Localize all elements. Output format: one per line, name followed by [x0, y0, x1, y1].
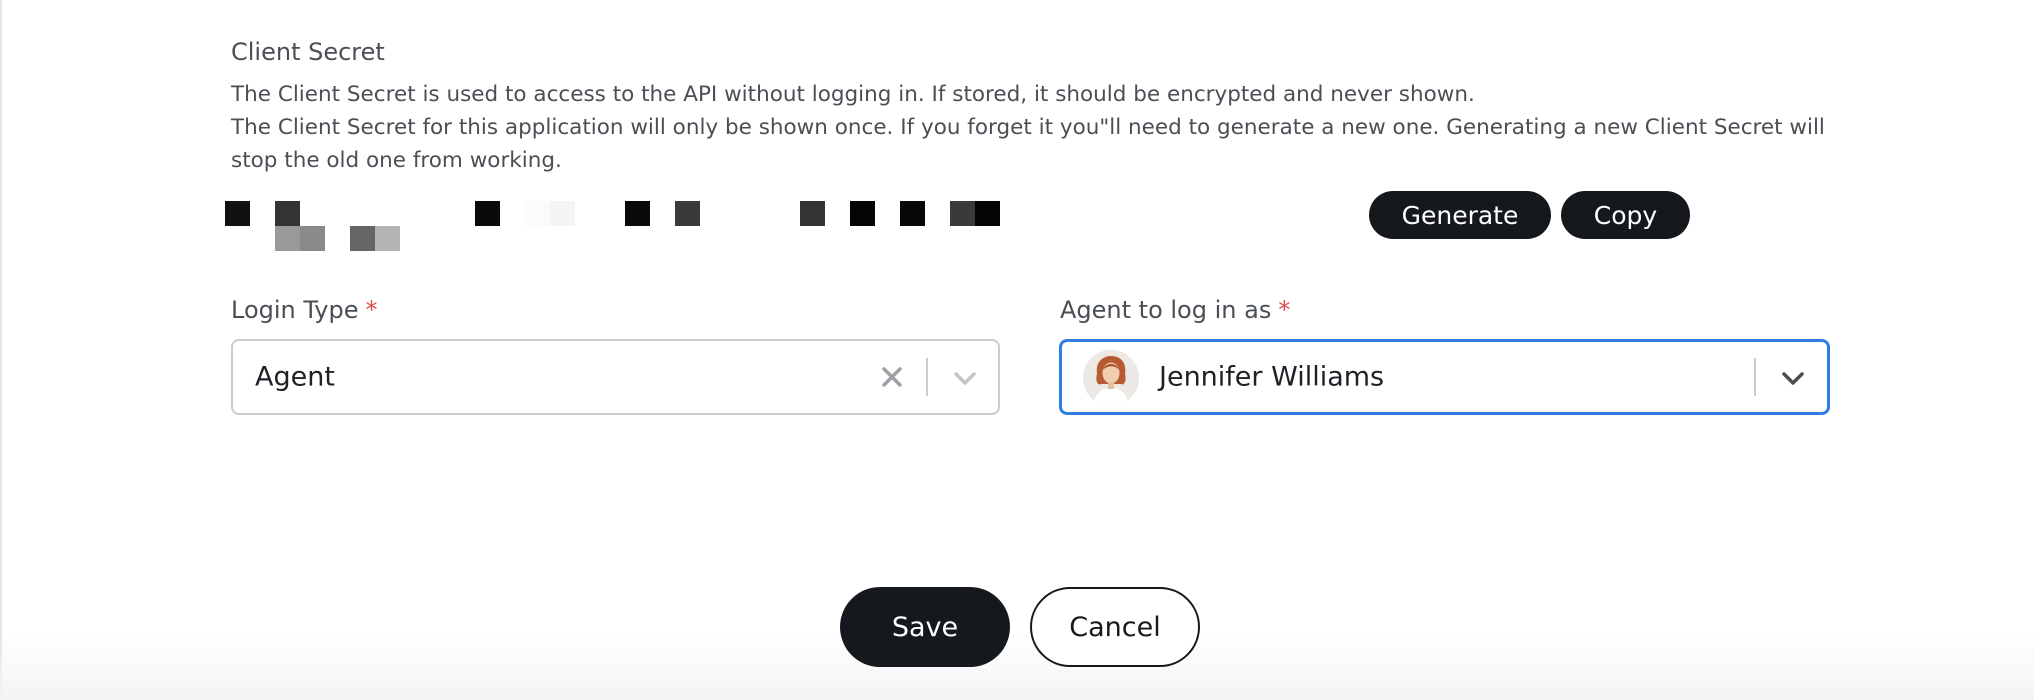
close-icon[interactable] [876, 361, 908, 393]
cancel-button[interactable]: Cancel [1030, 587, 1200, 667]
login-type-label-text: Login Type [231, 296, 359, 324]
required-asterisk: * [1278, 296, 1291, 324]
client-secret-description: The Client Secret is used to access to t… [231, 78, 1841, 177]
agent-label: Agent to log in as * [1060, 296, 1290, 324]
client-secret-description-line-2: The Client Secret for this application w… [231, 115, 1825, 173]
required-asterisk: * [365, 296, 378, 324]
agent-value: Jennifer Williams [1159, 361, 1385, 393]
select-separator [1754, 358, 1756, 396]
bottom-shadow [0, 630, 2034, 700]
agent-label-text: Agent to log in as [1060, 296, 1272, 324]
client-secret-description-line-1: The Client Secret is used to access to t… [231, 82, 1475, 107]
masked-client-secret [225, 199, 1005, 253]
agent-select[interactable]: Jennifer Williams [1059, 339, 1830, 415]
page-left-border [0, 0, 2, 700]
generate-button[interactable]: Generate [1369, 191, 1551, 239]
login-type-label: Login Type * [231, 296, 378, 324]
login-type-value: Agent [255, 361, 335, 393]
chevron-down-icon[interactable] [950, 363, 980, 393]
select-separator [926, 358, 928, 396]
client-secret-title: Client Secret [231, 38, 385, 66]
save-button[interactable]: Save [840, 587, 1010, 667]
copy-button[interactable]: Copy [1561, 191, 1690, 239]
login-type-select[interactable]: Agent [231, 339, 1000, 415]
chevron-down-icon[interactable] [1778, 363, 1808, 393]
avatar [1083, 350, 1139, 406]
